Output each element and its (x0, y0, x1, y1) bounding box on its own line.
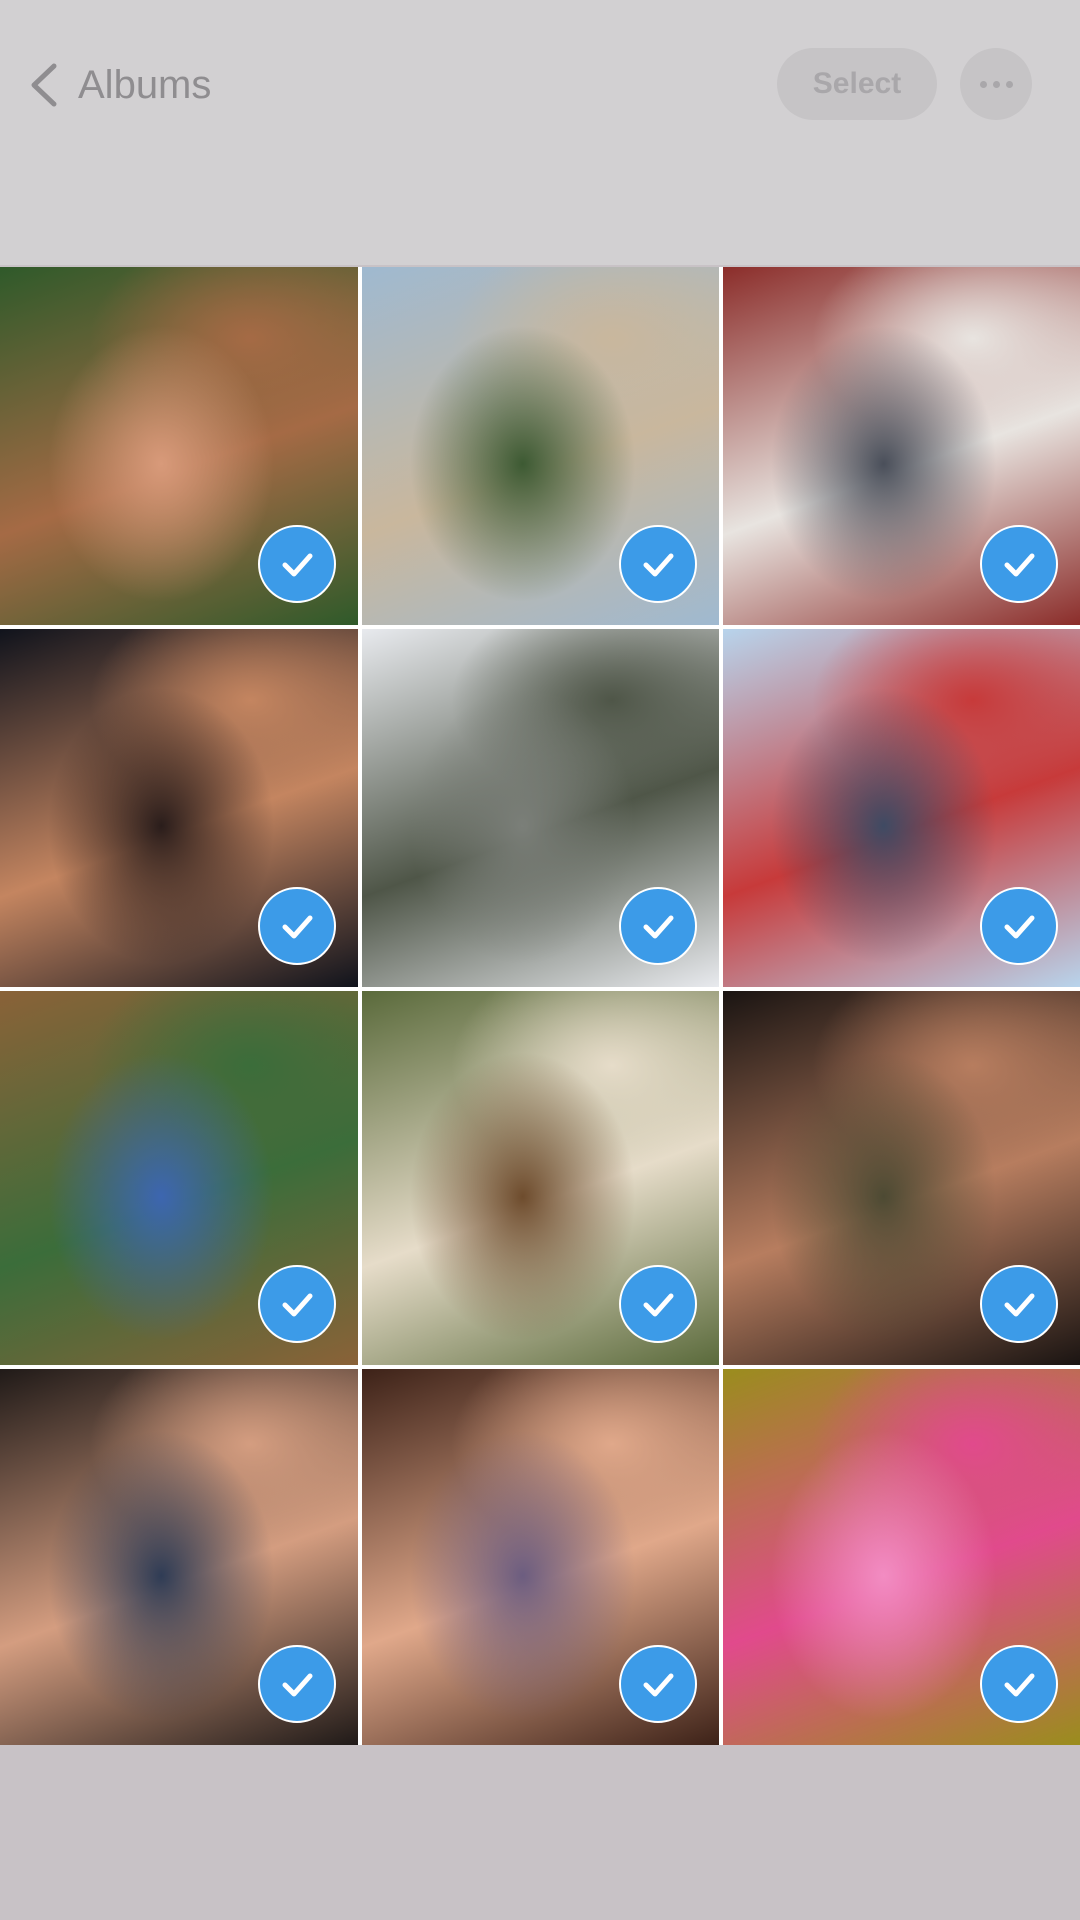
back-button[interactable]: Albums (26, 58, 211, 112)
checkmark-icon[interactable] (980, 1265, 1058, 1343)
photo-thumbnail[interactable] (362, 991, 719, 1365)
more-dot-icon (1005, 80, 1013, 88)
checkmark-icon[interactable] (980, 1645, 1058, 1723)
more-dot-icon (979, 80, 987, 88)
photo-thumbnail[interactable] (0, 1369, 358, 1745)
photo-thumbnail[interactable] (362, 629, 719, 987)
select-button[interactable]: Select (777, 48, 937, 120)
checkmark-icon[interactable] (619, 1645, 697, 1723)
checkmark-icon[interactable] (619, 525, 697, 603)
photo-thumbnail[interactable] (0, 629, 358, 987)
navigation-bar: Albums Select (0, 0, 1080, 265)
more-dot-icon (992, 80, 1000, 88)
empty-area (0, 1755, 1080, 1920)
more-options-button[interactable] (960, 48, 1032, 120)
photo-thumbnail[interactable] (362, 1369, 719, 1745)
checkmark-icon[interactable] (619, 887, 697, 965)
checkmark-icon[interactable] (258, 1645, 336, 1723)
checkmark-icon[interactable] (980, 887, 1058, 965)
checkmark-icon[interactable] (258, 1265, 336, 1343)
back-label: Albums (78, 62, 212, 107)
photo-thumbnail[interactable] (362, 267, 719, 625)
photo-grid (0, 267, 1080, 1745)
photo-thumbnail[interactable] (723, 991, 1080, 1365)
photo-thumbnail[interactable] (0, 267, 358, 625)
checkmark-icon[interactable] (258, 887, 336, 965)
photo-thumbnail[interactable] (723, 1369, 1080, 1745)
chevron-left-icon (31, 63, 57, 107)
photo-thumbnail[interactable] (723, 629, 1080, 987)
checkmark-icon[interactable] (980, 525, 1058, 603)
photo-thumbnail[interactable] (723, 267, 1080, 625)
checkmark-icon[interactable] (258, 525, 336, 603)
photo-thumbnail[interactable] (0, 991, 358, 1365)
checkmark-icon[interactable] (619, 1265, 697, 1343)
